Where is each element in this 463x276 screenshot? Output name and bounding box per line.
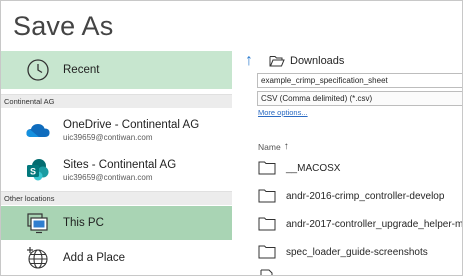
file-row[interactable]: __MACOSX <box>258 157 462 179</box>
file-row-name: andr-2017-controller_upgrade_helper-mast… <box>286 218 463 230</box>
place-sites-label: Sites - Continental AG <box>63 158 177 171</box>
place-onedrive-email: uic39659@contiwan.com <box>63 132 153 142</box>
file-icon <box>260 269 273 275</box>
file-row-name: andr-2016-crimp_controller-develop <box>286 190 445 202</box>
section-continental: Continental AG <box>1 94 232 108</box>
location-bar: ↑ Downloads <box>245 51 344 71</box>
place-add-place-label: Add a Place <box>63 252 126 264</box>
clock-icon <box>25 57 51 83</box>
folder-icon <box>258 161 276 175</box>
file-row[interactable]: spec_loader_guide-screenshots <box>258 241 462 263</box>
folder-icon <box>258 245 276 259</box>
name-column-header[interactable]: Name ↑ <box>258 141 289 152</box>
place-this-pc-label: This PC <box>63 217 104 229</box>
name-column-label: Name <box>258 141 281 152</box>
cloud-icon <box>25 117 51 143</box>
file-row-name: spec_loader_guide-screenshots <box>286 246 428 258</box>
more-options-link[interactable]: More options... <box>258 108 308 117</box>
place-recent-label: Recent <box>63 64 100 76</box>
save-as-dialog: Save As Recent Continental AG OneDrive -… <box>0 0 463 276</box>
place-recent[interactable]: Recent <box>1 51 232 89</box>
place-this-pc[interactable]: This PC <box>1 206 232 240</box>
place-sites-email: uic39659@contiwan.com <box>63 172 153 182</box>
folder-icon <box>258 217 276 231</box>
filetype-select[interactable]: CSV (Comma delimited) (*.csv) <box>257 91 462 106</box>
places-panel: Recent Continental AG OneDrive - Contine… <box>1 51 232 275</box>
section-other-locations: Other locations <box>1 191 232 205</box>
file-row-name: __MACOSX <box>286 162 341 174</box>
svg-text:S: S <box>30 167 36 177</box>
sharepoint-icon: S <box>25 157 51 183</box>
file-row[interactable]: andr-2017-controller_upgrade_helper-mast… <box>258 213 463 235</box>
filename-input[interactable]: example_crimp_specification_sheet <box>257 73 462 88</box>
sort-ascending-icon: ↑ <box>283 141 289 152</box>
place-sites[interactable]: S Sites - Continental AG uic39659@contiw… <box>1 151 232 189</box>
file-browser: ↑ Downloads example_crimp_specification_… <box>245 51 463 275</box>
file-row[interactable]: andr-2016-crimp_controller-develop <box>258 185 462 207</box>
folder-open-icon <box>269 56 285 67</box>
globe-add-icon <box>25 245 51 271</box>
folder-icon <box>258 189 276 203</box>
file-row[interactable] <box>258 269 462 275</box>
current-folder-name[interactable]: Downloads <box>290 55 344 67</box>
place-onedrive-label: OneDrive - Continental AG <box>63 118 200 131</box>
page-title: Save As <box>13 11 114 41</box>
computer-icon <box>25 210 51 236</box>
place-onedrive[interactable]: OneDrive - Continental AG uic39659@conti… <box>1 109 232 151</box>
place-add-place[interactable]: Add a Place <box>1 240 232 275</box>
up-arrow-icon[interactable]: ↑ <box>245 52 261 70</box>
